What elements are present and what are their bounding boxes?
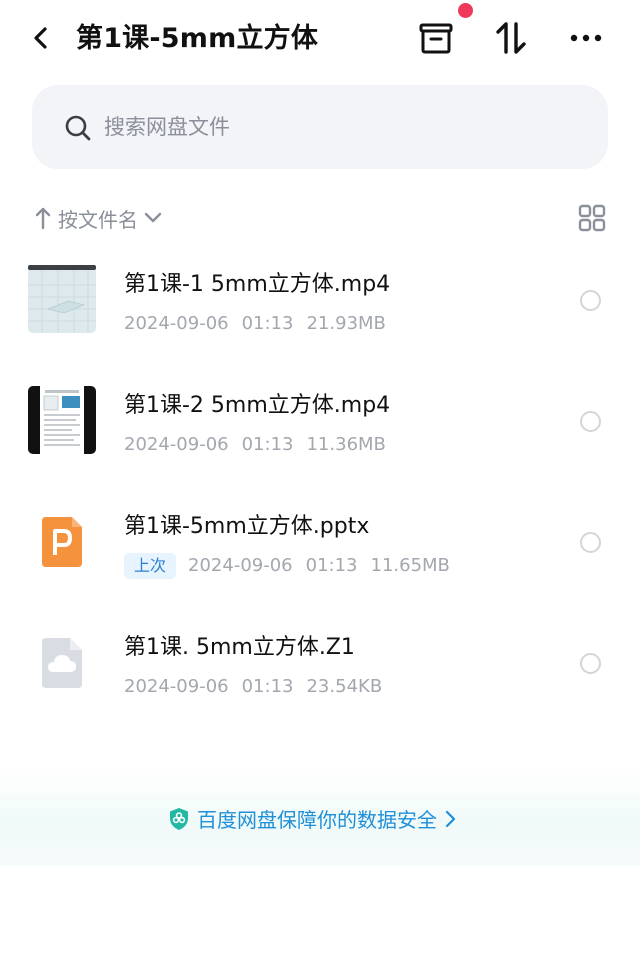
file-date: 2024-09-06 [188, 555, 293, 576]
file-name: 第1课. 5mm立方体.Z1 [124, 635, 355, 660]
file-row[interactable]: 第1课-1 5mm立方体.mp4 2024-09-06 01:13 21.93M… [0, 240, 640, 361]
security-info-link[interactable]: 百度网盘保障你的数据安全 [168, 804, 457, 833]
file-size: 21.93MB [306, 313, 386, 334]
page-title: 第1课-5mm立方体 [76, 23, 319, 54]
file-meta: 2024-09-06 01:13 23.54KB [124, 673, 382, 701]
grid-view-button[interactable] [578, 204, 606, 232]
file-meta: 2024-09-06 01:13 21.93MB [124, 310, 386, 338]
up-down-arrows-icon [496, 22, 526, 54]
select-checkbox[interactable] [580, 532, 601, 553]
file-size: 11.65MB [370, 555, 450, 576]
more-button[interactable] [566, 18, 606, 58]
file-time: 01:13 [241, 313, 294, 334]
file-date: 2024-09-06 [124, 676, 229, 697]
grid-view-icon [578, 204, 606, 232]
notification-dot [458, 3, 473, 18]
file-time: 01:13 [241, 434, 294, 455]
chevron-down-icon [144, 212, 162, 223]
file-row[interactable]: 第1课-2 5mm立方体.mp4 2024-09-06 01:13 11.36M… [0, 361, 640, 482]
file-meta: 上次 2024-09-06 01:13 11.65MB [124, 552, 450, 580]
recent-badge: 上次 [124, 553, 177, 579]
video-thumbnail [28, 265, 96, 333]
file-name: 第1课-1 5mm立方体.mp4 [124, 272, 391, 297]
back-button[interactable] [24, 20, 60, 56]
file-name: 第1课-5mm立方体.pptx [124, 514, 370, 539]
file-row[interactable]: 第1课. 5mm立方体.Z1 2024-09-06 01:13 23.54KB [0, 603, 640, 724]
video-thumbnail [28, 386, 96, 454]
arrow-up-icon [35, 207, 51, 230]
security-banner: 百度网盘保障你的数据安全 [0, 770, 640, 866]
file-row[interactable]: 第1课-5mm立方体.pptx 上次 2024-09-06 01:13 11.6… [0, 482, 640, 603]
file-size: 11.36MB [306, 434, 386, 455]
file-time: 01:13 [305, 555, 358, 576]
sort-order-button[interactable] [492, 18, 532, 58]
select-checkbox[interactable] [580, 290, 601, 311]
top-bar: 第1课-5mm立方体 [0, 0, 640, 80]
chevron-right-icon [445, 810, 456, 827]
file-list: 第1课-1 5mm立方体.mp4 2024-09-06 01:13 21.93M… [0, 240, 640, 724]
security-text: 百度网盘保障你的数据安全 [197, 808, 437, 832]
more-dots-icon [570, 34, 602, 42]
search-placeholder: 搜索网盘文件 [104, 115, 230, 139]
file-name: 第1课-2 5mm立方体.mp4 [124, 393, 391, 418]
file-date: 2024-09-06 [124, 313, 229, 334]
sort-label: 按文件名 [58, 207, 138, 232]
cloud-file-icon [28, 628, 96, 696]
chevron-left-icon [34, 27, 47, 49]
file-meta: 2024-09-06 01:13 11.36MB [124, 431, 386, 459]
select-checkbox[interactable] [580, 653, 601, 674]
file-size: 23.54KB [306, 676, 383, 697]
ppt-file-icon [28, 507, 96, 575]
sort-by-name-toggle[interactable]: 按文件名 [34, 202, 164, 234]
file-time: 01:13 [241, 676, 294, 697]
shield-icon [170, 807, 188, 830]
archive-box-icon [419, 23, 453, 54]
search-input[interactable]: 搜索网盘文件 [32, 85, 608, 169]
select-checkbox[interactable] [580, 411, 601, 432]
sort-bar: 按文件名 [0, 196, 640, 240]
file-date: 2024-09-06 [124, 434, 229, 455]
archive-button[interactable] [416, 18, 456, 58]
search-icon [65, 115, 91, 141]
